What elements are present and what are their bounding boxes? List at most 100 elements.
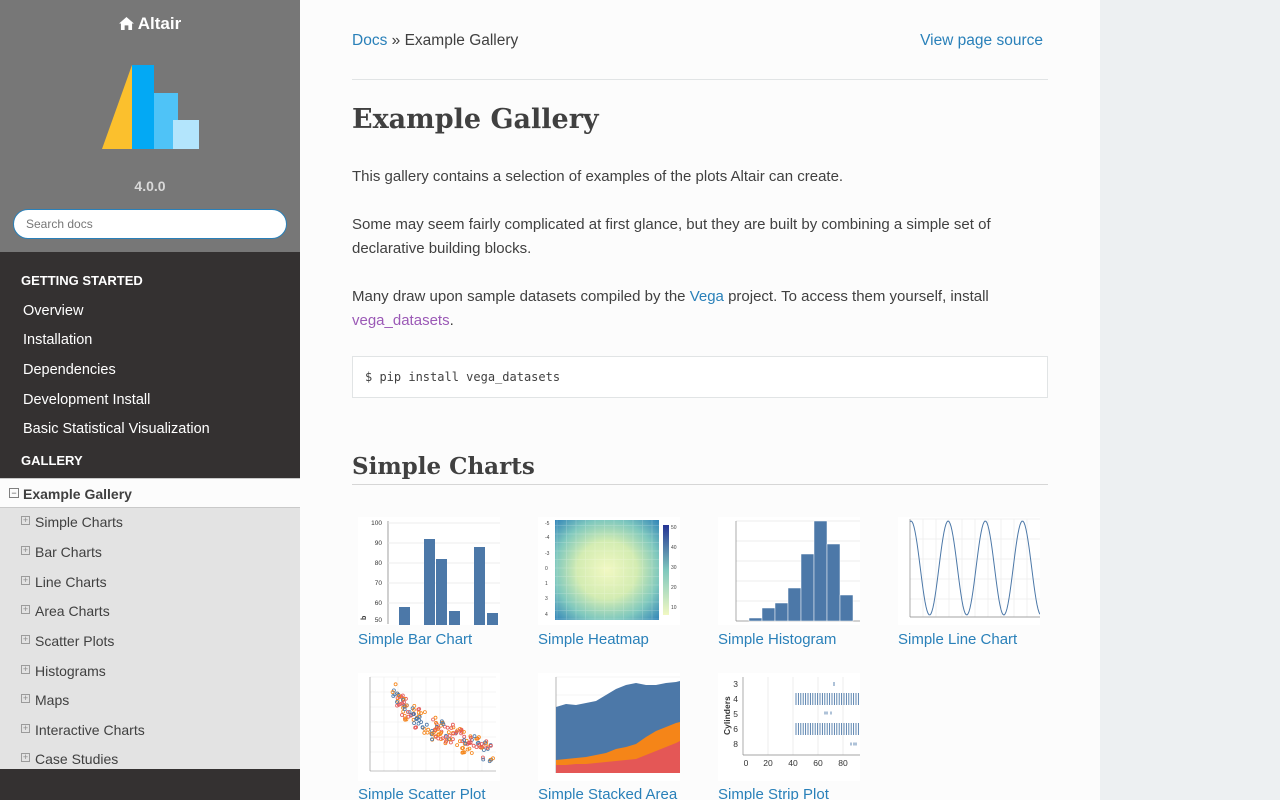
vega-datasets-link[interactable]: vega_datasets [352, 312, 450, 329]
expand-icon[interactable]: + [21, 576, 30, 585]
subnav-item-case-studies[interactable]: + Case Studies [0, 745, 300, 769]
sidebar-footer [0, 769, 300, 800]
nav-item-overview[interactable]: Overview [23, 303, 83, 319]
datasets-text: . [449, 312, 454, 329]
expand-icon[interactable]: + [21, 724, 30, 733]
subnav-item-label: Scatter Plots [35, 633, 115, 649]
gallery-link-simple-heatmap[interactable]: Simple Heatmap [538, 631, 649, 648]
gallery-link-simple-stacked-area[interactable]: Simple Stacked Area [538, 786, 677, 800]
svg-text:20: 20 [671, 585, 677, 591]
nav-item-dependencies[interactable]: Dependencies [23, 362, 116, 378]
scatter-point [449, 740, 453, 745]
code-block: $ pip install vega_datasets [352, 356, 1048, 398]
y-tick-label: 60 [375, 600, 383, 607]
collapse-icon[interactable]: − [9, 488, 19, 498]
svg-text:30: 30 [671, 565, 677, 571]
nav-item-development-install[interactable]: Development Install [23, 392, 150, 408]
subnav-item-label: Line Charts [35, 574, 107, 590]
search-input[interactable] [13, 209, 287, 239]
subnav-item-interactive-charts[interactable]: + Interactive Charts [0, 716, 300, 745]
breadcrumb-current: Example Gallery [404, 32, 519, 49]
nav-item-label: Example Gallery [23, 486, 132, 502]
subnav-item-bar-charts[interactable]: + Bar Charts [0, 538, 300, 567]
subnav-item-label: Area Charts [35, 603, 110, 619]
y-tick-label: 70 [375, 580, 383, 587]
vega-link[interactable]: Vega [690, 288, 724, 305]
scatter-point [433, 715, 438, 720]
y-axis-label: Cylinders [722, 696, 732, 735]
thumb-simple-bar-chart[interactable]: 100 90 80 70 60 50 b [358, 517, 500, 625]
page-title: Example Gallery [352, 104, 599, 135]
brand-name: Altair [137, 14, 182, 33]
gallery-link-simple-bar-chart[interactable]: Simple Bar Chart [358, 631, 472, 648]
svg-text:10: 10 [671, 605, 677, 611]
brand-link[interactable]: Altair [0, 14, 300, 34]
y-axis-label: b [361, 616, 368, 620]
x-tick-label: 0 [744, 758, 749, 768]
breadcrumb-separator: » [391, 32, 401, 49]
gallery-link-simple-histogram[interactable]: Simple Histogram [718, 631, 836, 648]
y-tick-label: 8 [733, 739, 738, 749]
thumb-simple-stacked-area[interactable] [538, 673, 680, 781]
scatter-point [462, 730, 466, 734]
subnav-item-label: Maps [35, 692, 70, 708]
scatter-point [446, 730, 451, 735]
subnav-item-maps[interactable]: + Maps [0, 686, 300, 715]
y-tick-label: 3 [733, 679, 738, 689]
svg-text:4: 4 [545, 612, 548, 618]
breadcrumb-docs-link[interactable]: Docs [352, 32, 387, 49]
scatter-point [455, 743, 459, 747]
subnav-item-label: Case Studies [35, 751, 119, 767]
nav-item-installation[interactable]: Installation [23, 332, 92, 348]
scatter-point [474, 745, 479, 749]
home-icon [118, 17, 134, 30]
expand-icon[interactable]: + [21, 665, 30, 674]
thumb-simple-scatter-plot[interactable] [358, 673, 500, 781]
svg-text:50: 50 [671, 525, 677, 531]
subnav-item-scatter-plots[interactable]: + Scatter Plots [0, 627, 300, 656]
heatmap-thumbnail: 50 40 30 20 10 -5 -4 -3 0 1 3 4 [545, 520, 677, 620]
gallery-link-simple-scatter-plot[interactable]: Simple Scatter Plot [358, 786, 486, 800]
thumb-simple-heatmap[interactable]: 50 40 30 20 10 -5 -4 -3 0 1 3 4 [538, 517, 680, 625]
svg-text:40: 40 [671, 545, 677, 551]
expand-icon[interactable]: + [21, 546, 30, 555]
subnav-item-simple-charts[interactable]: + Simple Charts [0, 508, 300, 537]
subnav-item-area-charts[interactable]: + Area Charts [0, 597, 300, 626]
subnav-item-line-charts[interactable]: + Line Charts [0, 568, 300, 597]
thumb-simple-strip-plot[interactable]: 3 4 5 6 8 0 20 40 60 80 Cylinders [718, 673, 860, 781]
gallery-link-simple-strip-plot[interactable]: Simple Strip Plot [718, 786, 829, 800]
svg-text:3: 3 [545, 596, 548, 602]
expand-icon[interactable]: + [21, 753, 30, 762]
expand-icon[interactable]: + [21, 635, 30, 644]
strip-plot-thumbnail: 3 4 5 6 8 0 20 40 60 80 Cylinders [722, 677, 860, 768]
expand-icon[interactable]: + [21, 516, 30, 525]
expand-icon[interactable]: + [21, 605, 30, 614]
thumb-simple-histogram[interactable] [718, 517, 860, 625]
expand-icon[interactable]: + [21, 694, 30, 703]
y-tick-label: 6 [733, 724, 738, 734]
view-page-source-link[interactable]: View page source [920, 32, 1043, 50]
subnav-item-label: Simple Charts [35, 514, 123, 530]
scatter-point [425, 730, 430, 735]
version-label: 4.0.0 [134, 178, 166, 194]
histogram-thumbnail [735, 520, 860, 622]
y-tick-label: 5 [733, 709, 738, 719]
svg-text:1: 1 [545, 581, 548, 587]
x-tick-label: 60 [813, 758, 823, 768]
svg-text:-5: -5 [545, 521, 550, 527]
subnav-item-label: Bar Charts [35, 544, 102, 560]
altair-logo-icon [102, 65, 199, 149]
gallery-subnav: + Simple Charts + Bar Charts + Line Charts … [0, 508, 300, 769]
nav-item-example-gallery[interactable]: − Example Gallery [0, 478, 300, 508]
caption-getting-started: Getting Started [21, 273, 143, 288]
nav-item-basic-statistical-visualization[interactable]: Basic Statistical Visualization [23, 421, 210, 437]
datasets-text: project. To access them yourself, instal… [728, 288, 989, 305]
subnav-item-histograms[interactable]: + Histograms [0, 657, 300, 686]
thumb-simple-line-chart[interactable] [898, 517, 1040, 625]
y-tick-label: 90 [375, 540, 383, 547]
svg-text:-3: -3 [545, 551, 550, 557]
sidebar: Altair 4.0.0 Getting Started Overview In… [0, 0, 300, 800]
datasets-paragraph: Many draw upon sample datasets compiled … [352, 285, 1042, 333]
stacked-area-thumbnail [555, 676, 680, 773]
gallery-link-simple-line-chart[interactable]: Simple Line Chart [898, 631, 1017, 648]
